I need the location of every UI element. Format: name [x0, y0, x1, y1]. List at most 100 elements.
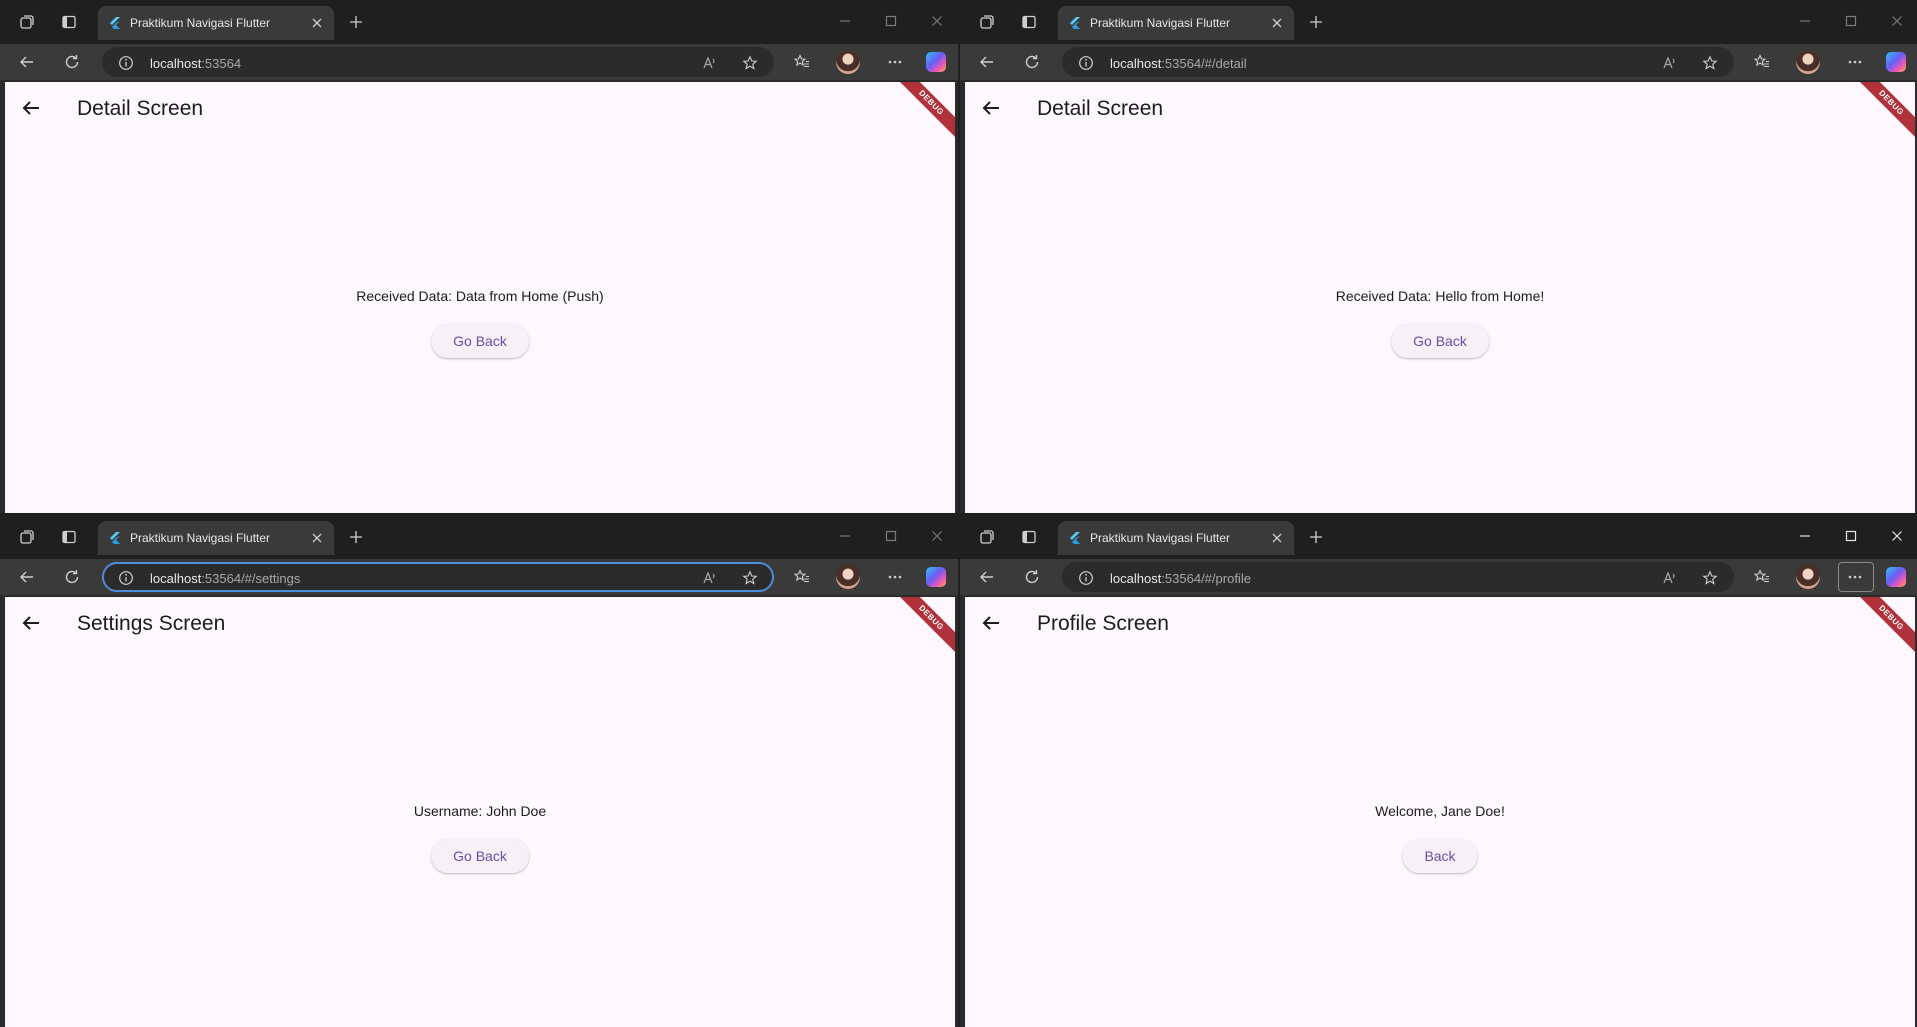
- window-close-icon[interactable]: [928, 527, 946, 545]
- window-close-icon[interactable]: [928, 12, 946, 30]
- star-icon[interactable]: [1702, 570, 1718, 586]
- active-tab[interactable]: Praktikum Navigasi Flutter: [1058, 521, 1294, 555]
- close-icon[interactable]: [1270, 16, 1284, 30]
- maximize-icon[interactable]: [882, 12, 900, 30]
- plus-icon[interactable]: [1308, 14, 1324, 30]
- collections-icon[interactable]: [18, 528, 36, 546]
- url-text[interactable]: localhost:53564/#/settings: [150, 571, 300, 586]
- read-aloud-icon[interactable]: [702, 570, 718, 586]
- center-content: Welcome, Jane Doe! Back: [965, 597, 1915, 1027]
- tab-actions-icon[interactable]: [1020, 13, 1038, 31]
- reload-icon[interactable]: [1023, 53, 1041, 71]
- address-bar[interactable]: localhost:53564/#/detail: [1062, 47, 1734, 77]
- copilot-icon[interactable]: [926, 567, 946, 587]
- info-icon[interactable]: [118, 570, 134, 586]
- tab-strip: Praktikum Navigasi Flutter: [960, 515, 1917, 559]
- arrow-left-icon[interactable]: [18, 568, 36, 586]
- copilot-icon[interactable]: [1886, 567, 1906, 587]
- tab-actions-icon[interactable]: [60, 13, 78, 31]
- url-text[interactable]: localhost:53564/#/detail: [1110, 56, 1247, 71]
- center-content: Received Data: Data from Home (Push) Go …: [5, 82, 955, 513]
- avatar[interactable]: [1796, 50, 1820, 74]
- back-button[interactable]: Go Back: [1391, 324, 1489, 358]
- url-text[interactable]: localhost:53564/#/profile: [1110, 571, 1251, 586]
- info-icon[interactable]: [1078, 570, 1094, 586]
- arrow-left-icon[interactable]: [18, 53, 36, 71]
- avatar[interactable]: [836, 50, 860, 74]
- window-close-icon[interactable]: [1888, 527, 1906, 545]
- reload-icon[interactable]: [1023, 568, 1041, 586]
- address-bar[interactable]: localhost:53564/#/profile: [1062, 562, 1734, 592]
- read-aloud-icon[interactable]: [702, 55, 718, 71]
- tab-strip: Praktikum Navigasi Flutter: [960, 0, 1917, 44]
- window-close-icon[interactable]: [1888, 12, 1906, 30]
- collections-icon[interactable]: [978, 528, 996, 546]
- back-button[interactable]: Back: [1402, 839, 1478, 873]
- favorites-icon[interactable]: [1753, 568, 1771, 586]
- maximize-icon[interactable]: [882, 527, 900, 545]
- star-icon[interactable]: [742, 570, 758, 586]
- avatar[interactable]: [1796, 565, 1820, 589]
- more-icon[interactable]: [1846, 53, 1864, 71]
- url-text[interactable]: localhost:53564: [150, 56, 241, 71]
- address-bar[interactable]: localhost:53564: [102, 47, 774, 77]
- minimize-icon[interactable]: [836, 527, 854, 545]
- more-icon[interactable]: [1846, 568, 1864, 586]
- active-tab[interactable]: Praktikum Navigasi Flutter: [1058, 6, 1294, 40]
- star-icon[interactable]: [1702, 55, 1718, 71]
- minimize-icon[interactable]: [836, 12, 854, 30]
- close-icon[interactable]: [310, 531, 324, 545]
- browser-toolbar: localhost:53564/#/profile: [960, 559, 1917, 595]
- flutter-logo-icon: [1068, 16, 1082, 30]
- app-viewport: Profile Screen DEBUG Welcome, Jane Doe! …: [965, 597, 1915, 1027]
- center-content: Received Data: Hello from Home! Go Back: [965, 82, 1915, 513]
- url-path: :53564/#/detail: [1161, 56, 1247, 71]
- more-icon[interactable]: [886, 53, 904, 71]
- favorites-icon[interactable]: [793, 568, 811, 586]
- active-tab[interactable]: Praktikum Navigasi Flutter: [98, 6, 334, 40]
- browser-toolbar: localhost:53564/#/detail: [960, 44, 1917, 80]
- tab-strip: Praktikum Navigasi Flutter: [0, 0, 958, 44]
- close-icon[interactable]: [310, 16, 324, 30]
- message-text: Username: John Doe: [413, 803, 547, 819]
- back-button[interactable]: Go Back: [431, 839, 529, 873]
- favorites-icon[interactable]: [1753, 53, 1771, 71]
- maximize-icon[interactable]: [1842, 527, 1860, 545]
- more-icon[interactable]: [886, 568, 904, 586]
- copilot-icon[interactable]: [926, 52, 946, 72]
- favorites-icon[interactable]: [793, 53, 811, 71]
- url-host: localhost: [150, 571, 202, 586]
- tab-title: Praktikum Navigasi Flutter: [1090, 16, 1231, 30]
- close-icon[interactable]: [1270, 531, 1284, 545]
- plus-icon[interactable]: [348, 529, 364, 545]
- flutter-logo-icon: [108, 16, 122, 30]
- tab-title: Praktikum Navigasi Flutter: [130, 16, 271, 30]
- reload-icon[interactable]: [63, 53, 81, 71]
- address-bar[interactable]: localhost:53564/#/settings: [102, 562, 774, 592]
- tab-title: Praktikum Navigasi Flutter: [1090, 531, 1231, 545]
- minimize-icon[interactable]: [1796, 12, 1814, 30]
- collections-icon[interactable]: [978, 13, 996, 31]
- plus-icon[interactable]: [1308, 529, 1324, 545]
- arrow-left-icon[interactable]: [978, 568, 996, 586]
- tab-title: Praktikum Navigasi Flutter: [130, 531, 271, 545]
- tab-actions-icon[interactable]: [1020, 528, 1038, 546]
- info-icon[interactable]: [118, 55, 134, 71]
- center-content: Username: John Doe Go Back: [5, 597, 955, 1027]
- reload-icon[interactable]: [63, 568, 81, 586]
- active-tab[interactable]: Praktikum Navigasi Flutter: [98, 521, 334, 555]
- read-aloud-icon[interactable]: [1662, 570, 1678, 586]
- minimize-icon[interactable]: [1796, 527, 1814, 545]
- arrow-left-icon[interactable]: [978, 53, 996, 71]
- collections-icon[interactable]: [18, 13, 36, 31]
- plus-icon[interactable]: [348, 14, 364, 30]
- back-button[interactable]: Go Back: [431, 324, 529, 358]
- tab-actions-icon[interactable]: [60, 528, 78, 546]
- read-aloud-icon[interactable]: [1662, 55, 1678, 71]
- avatar[interactable]: [836, 565, 860, 589]
- flutter-logo-icon: [108, 531, 122, 545]
- star-icon[interactable]: [742, 55, 758, 71]
- copilot-icon[interactable]: [1886, 52, 1906, 72]
- maximize-icon[interactable]: [1842, 12, 1860, 30]
- info-icon[interactable]: [1078, 55, 1094, 71]
